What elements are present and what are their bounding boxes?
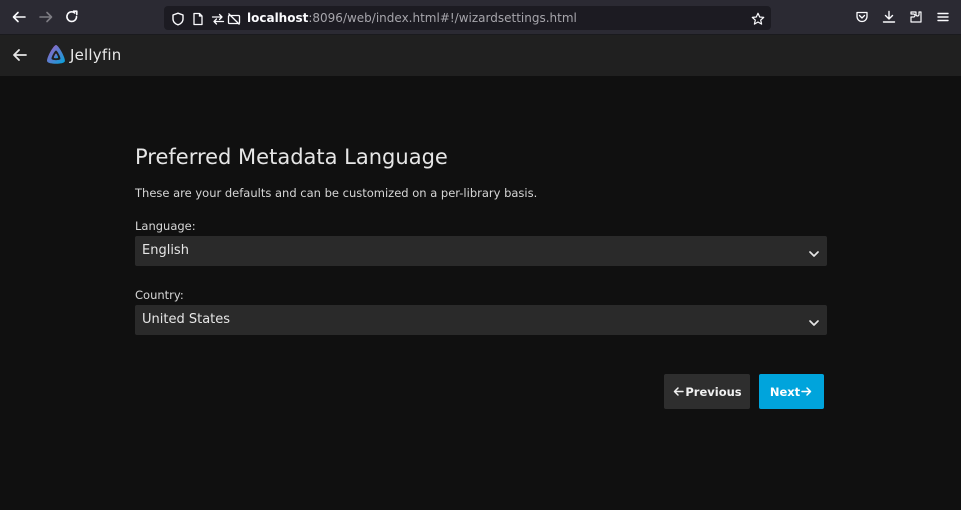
language-select-value: English <box>142 243 189 258</box>
reload-icon[interactable] <box>63 8 81 26</box>
country-select-value: United States <box>142 312 231 327</box>
arrow-right-icon <box>801 386 812 397</box>
browser-toolbar: localhost:8096/web/index.html#!/wizardse… <box>0 0 961 35</box>
permissions-icon[interactable] <box>211 11 225 25</box>
header-back-arrow-icon[interactable] <box>11 46 29 64</box>
previous-button[interactable]: Previous <box>664 374 750 409</box>
url-text[interactable]: localhost:8096/web/index.html#!/wizardse… <box>247 10 577 26</box>
wizard-page: Preferred Metadata Language These are yo… <box>0 76 961 510</box>
url-host: localhost <box>247 11 309 25</box>
next-button[interactable]: Next <box>759 374 824 409</box>
chevron-down-icon <box>808 245 820 257</box>
camera-blocked-icon[interactable] <box>227 11 241 25</box>
forward-arrow-icon[interactable] <box>37 8 55 26</box>
country-label: Country: <box>135 288 184 302</box>
next-button-label: Next <box>769 384 801 399</box>
download-icon[interactable] <box>881 9 897 25</box>
pocket-icon[interactable] <box>854 9 870 25</box>
url-bar[interactable]: localhost:8096/web/index.html#!/wizardse… <box>164 6 771 30</box>
brand-name: Jellyfin <box>70 46 122 64</box>
tracking-shield-icon[interactable] <box>171 11 185 26</box>
page-subtitle: These are your defaults and can be custo… <box>135 186 538 200</box>
star-icon[interactable] <box>751 11 765 25</box>
page-title: Preferred Metadata Language <box>135 145 448 169</box>
language-select[interactable]: English <box>135 236 827 266</box>
page-info-icon[interactable] <box>191 11 205 26</box>
chevron-down-icon <box>808 314 820 326</box>
language-label: Language: <box>135 219 196 233</box>
jellyfin-logo-icon <box>44 43 68 67</box>
hamburger-menu-icon[interactable] <box>935 9 951 25</box>
previous-button-label: Previous <box>685 384 742 399</box>
app-header: Jellyfin <box>0 35 961 76</box>
back-arrow-icon[interactable] <box>10 8 28 26</box>
arrow-left-icon <box>673 386 685 397</box>
country-select[interactable]: United States <box>135 305 827 335</box>
extensions-icon[interactable] <box>908 9 924 25</box>
url-path: :8096/web/index.html#!/wizardsettings.ht… <box>308 11 577 25</box>
